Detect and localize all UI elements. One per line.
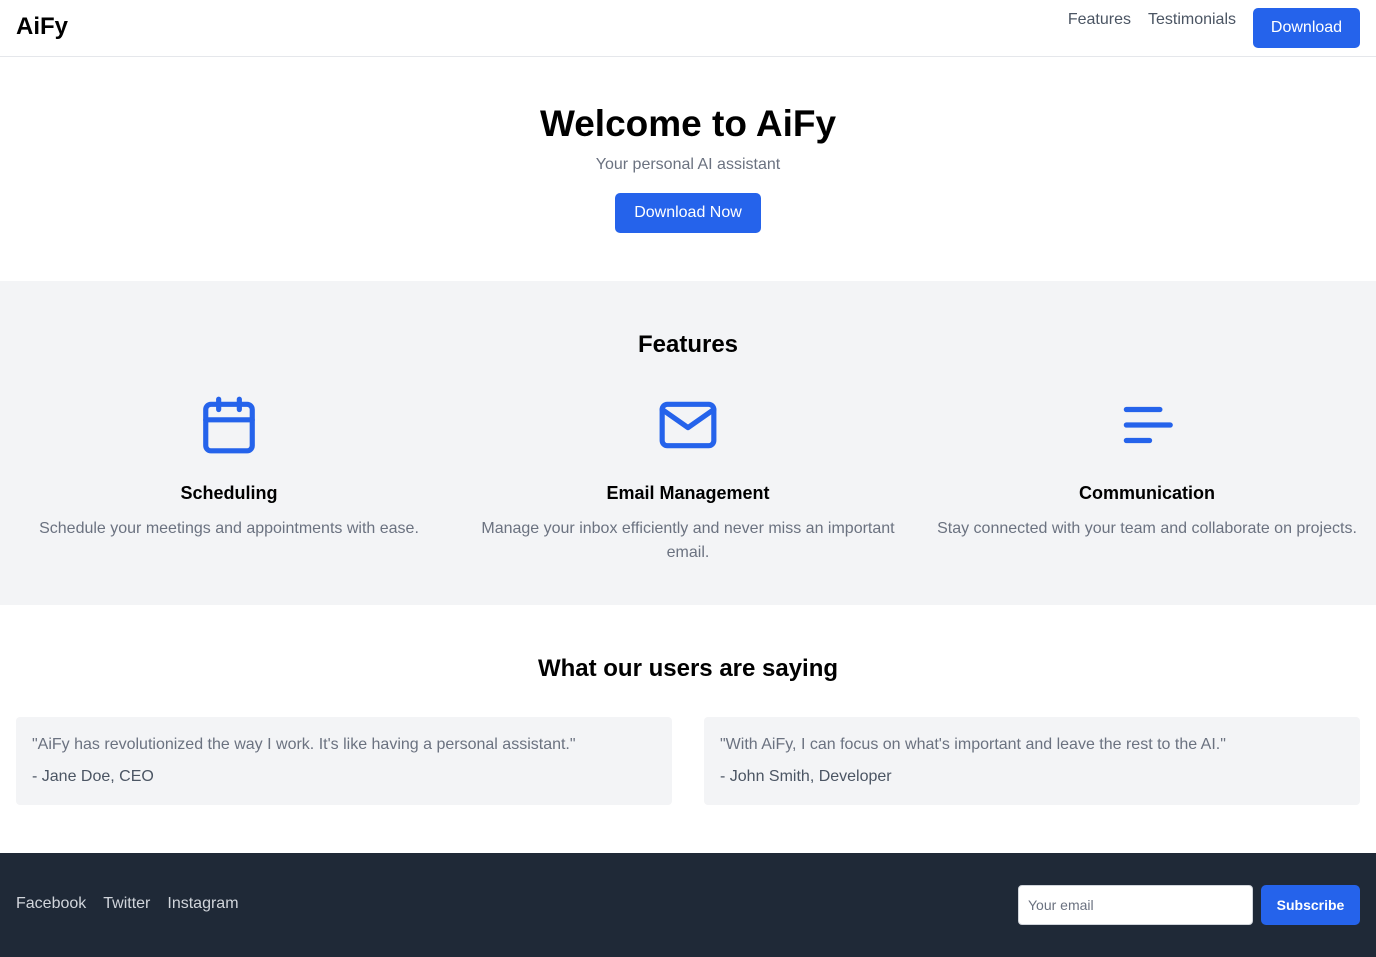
- download-now-button[interactable]: Download Now: [615, 193, 761, 233]
- feature-description: Schedule your meetings and appointments …: [39, 520, 419, 537]
- facebook-link[interactable]: Facebook: [16, 895, 86, 913]
- testimonial-author: - Jane Doe, CEO: [32, 768, 154, 785]
- testimonial-quote: "With AiFy, I can focus on what's import…: [720, 736, 1226, 753]
- nav-link-testimonials[interactable]: Testimonials: [1148, 11, 1236, 29]
- header-download-button[interactable]: Download: [1253, 8, 1360, 48]
- features-heading: Features: [637, 331, 739, 358]
- twitter-link[interactable]: Twitter: [103, 895, 150, 913]
- feature-description: Stay connected with your team and collab…: [937, 520, 1357, 537]
- feature-title: Communication: [1078, 483, 1215, 503]
- calendar-icon: [203, 396, 255, 454]
- feature-card-email: Email Management Manage your inbox effic…: [478, 394, 898, 565]
- site-header: AiFy Features Testimonials Download: [0, 0, 1376, 57]
- testimonials-section: What our users are saying "AiFy has revo…: [0, 605, 1376, 853]
- nav-link-features[interactable]: Features: [1068, 11, 1131, 29]
- feature-description: Manage your inbox efficiently and never …: [481, 520, 895, 561]
- site-footer: Facebook Twitter Instagram Subscribe: [0, 853, 1376, 957]
- feature-title: Scheduling: [180, 483, 278, 503]
- subscribe-button[interactable]: Subscribe: [1261, 885, 1360, 925]
- feature-card-scheduling: Scheduling Schedule your meetings and ap…: [19, 394, 439, 541]
- instagram-link[interactable]: Instagram: [167, 895, 238, 913]
- testimonials-heading: What our users are saying: [537, 655, 839, 682]
- feature-card-communication: Communication Stay connected with your t…: [937, 394, 1357, 541]
- testimonial-card: "With AiFy, I can focus on what's import…: [704, 717, 1360, 805]
- email-input[interactable]: [1018, 885, 1253, 925]
- mail-icon: [659, 401, 717, 449]
- testimonial-author: - John Smith, Developer: [720, 768, 892, 785]
- feature-title: Email Management: [606, 483, 770, 503]
- menu-lines-icon: [1123, 406, 1173, 444]
- hero-section: Welcome to AiFy Your personal AI assista…: [0, 57, 1376, 281]
- hero-subtitle: Your personal AI assistant: [595, 156, 781, 173]
- features-section: Features Scheduling Schedule your meetin…: [0, 281, 1376, 605]
- social-links: Facebook Twitter Instagram: [16, 895, 256, 913]
- testimonial-card: "AiFy has revolutionized the way I work.…: [16, 717, 672, 805]
- testimonial-quote: "AiFy has revolutionized the way I work.…: [32, 736, 576, 753]
- main-nav: Features Testimonials Download: [1068, 8, 1360, 48]
- hero-title: Welcome to AiFy: [539, 103, 837, 144]
- logo[interactable]: AiFy: [16, 13, 68, 41]
